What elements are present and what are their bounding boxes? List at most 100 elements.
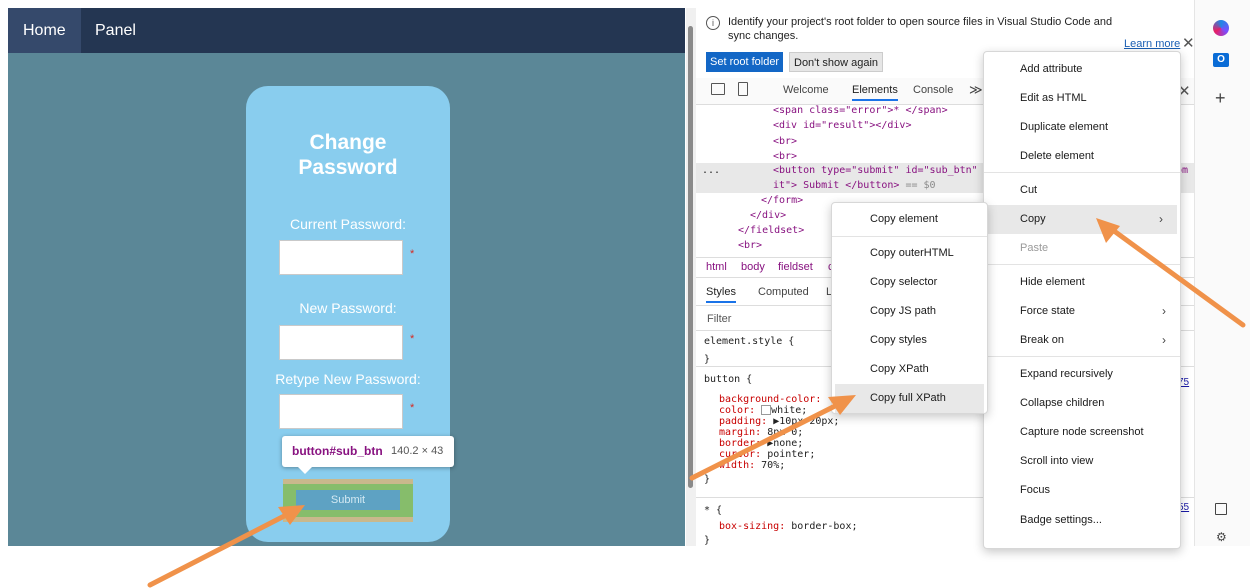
dom-selected-marker: == $0 <box>899 180 936 191</box>
breadcrumb-fieldset[interactable]: fieldset <box>778 258 813 277</box>
menu-cut-label: Cut <box>1020 184 1038 196</box>
submit-button[interactable]: Submit <box>296 490 400 510</box>
menu-badge-settings[interactable]: Badge settings... <box>984 506 1180 535</box>
set-root-folder-button[interactable]: Set root folder <box>706 52 784 72</box>
submenu-copy-js-path[interactable]: Copy JS path <box>832 297 987 326</box>
submenu-copy-xpath-label: Copy XPath <box>870 363 929 375</box>
tab-elements[interactable]: Elements <box>852 84 898 101</box>
submenu-copy-styles[interactable]: Copy styles <box>832 326 987 355</box>
prop-cursor-name: cursor: <box>719 449 762 460</box>
current-password-required: * <box>410 248 415 260</box>
menu-add-attribute[interactable]: Add attribute <box>984 55 1180 84</box>
menu-separator <box>984 264 1180 265</box>
style-button-selector: button { <box>704 374 753 385</box>
nav-home-link[interactable]: Home <box>8 8 81 53</box>
dom-line-div-close-text: </div> <box>750 210 787 221</box>
tooltip-dimensions: 140.2 × 43 <box>391 445 444 457</box>
submenu-copy-element-label: Copy element <box>870 213 938 225</box>
color-swatch-icon[interactable] <box>761 405 772 415</box>
style-prop-border: border: ▶none; <box>719 438 803 449</box>
chevron-right-icon: › <box>1162 333 1166 347</box>
style-prop-width: width: 70%; <box>719 460 785 471</box>
submenu-copy-element[interactable]: Copy element <box>832 205 987 234</box>
menu-delete-element[interactable]: Delete element <box>984 142 1180 171</box>
tab-console[interactable]: Console <box>913 84 953 96</box>
submenu-copy-xpath[interactable]: Copy XPath <box>832 355 987 384</box>
add-icon[interactable]: + <box>1215 88 1226 109</box>
menu-expand-recursively[interactable]: Expand recursively <box>984 360 1180 389</box>
menu-duplicate-element[interactable]: Duplicate element <box>984 113 1180 142</box>
dom-line-br-2-text: <br> <box>773 151 798 162</box>
menu-copy-label: Copy <box>1020 213 1046 225</box>
menu-copy[interactable]: Copy › <box>987 205 1177 234</box>
new-password-input[interactable] <box>279 325 403 360</box>
dom-node-menu-icon[interactable]: ... <box>702 163 742 178</box>
submenu-copy-selector[interactable]: Copy selector <box>832 268 987 297</box>
dom-line-fieldset-close-text: </fieldset> <box>738 225 805 236</box>
dom-line-form-close-text: </form> <box>761 195 804 206</box>
menu-focus[interactable]: Focus <box>984 476 1180 505</box>
breadcrumb-body[interactable]: body <box>741 258 765 277</box>
style-close-brace-1: } <box>704 354 711 365</box>
submenu-copy-outerhtml-label: Copy outerHTML <box>870 247 954 259</box>
sidebar-panel-icon[interactable] <box>1215 503 1227 515</box>
learn-more-link[interactable]: Learn more <box>1124 38 1180 50</box>
menu-break-on[interactable]: Break on › <box>984 326 1180 355</box>
retype-password-required: * <box>410 402 415 414</box>
dom-line-button-close: it"> Submit </button> <box>773 180 900 191</box>
retype-password-input[interactable] <box>279 394 403 429</box>
tooltip-arrow <box>298 467 312 474</box>
prop-margin-name: margin: <box>719 427 762 438</box>
menu-badge-settings-label: Badge settings... <box>1020 514 1102 526</box>
submenu-copy-outerhtml[interactable]: Copy outerHTML <box>832 239 987 268</box>
style-close-brace-3: } <box>704 535 711 546</box>
menu-edit-as-html[interactable]: Edit as HTML <box>984 84 1180 113</box>
style-element-selector: element.style { <box>704 336 795 347</box>
current-password-input[interactable] <box>279 240 403 275</box>
menu-break-on-label: Break on <box>1020 334 1065 346</box>
menu-scroll-into-view[interactable]: Scroll into view <box>984 447 1180 476</box>
style-close-brace-2: } <box>704 474 711 485</box>
devtools-scrollbar-thumb[interactable] <box>688 26 693 488</box>
chevron-right-icon: › <box>1159 212 1163 226</box>
tooltip-selector: button#sub_btn <box>292 444 383 458</box>
tab-styles[interactable]: Styles <box>706 286 736 303</box>
gear-icon[interactable]: ⚙ <box>1216 530 1227 544</box>
prop-background-name: background-color: <box>719 394 822 405</box>
dont-show-again-button[interactable]: Don't show again <box>789 52 884 72</box>
style-prop-color: color: white; <box>719 405 807 416</box>
style-prop-background: background-color: <box>719 394 821 405</box>
nav-panel-link[interactable]: Panel <box>81 8 150 53</box>
dom-line-button-open: <button type="submit" id="sub_btn" <box>773 165 978 176</box>
new-password-label: New Password: <box>299 300 397 316</box>
style-prop-padding: padding: ▶10px 20px; <box>719 416 839 427</box>
prop-margin-value: 8px 0; <box>767 427 804 438</box>
inspect-icon[interactable] <box>711 83 725 95</box>
menu-hide-element[interactable]: Hide element <box>984 268 1180 297</box>
submenu-copy-full-xpath-label: Copy full XPath <box>870 392 946 404</box>
menu-collapse-children[interactable]: Collapse children <box>984 389 1180 418</box>
menu-force-state[interactable]: Force state › <box>984 297 1180 326</box>
device-toolbar-icon[interactable] <box>738 82 748 96</box>
menu-expand-recursively-label: Expand recursively <box>1020 368 1113 380</box>
style-prop-cursor: cursor: pointer; <box>719 449 815 460</box>
outlook-icon[interactable]: O <box>1213 53 1229 67</box>
style-prop-margin: margin: 8px 0; <box>719 427 803 438</box>
menu-force-state-label: Force state <box>1020 305 1076 317</box>
current-password-label: Current Password: <box>290 216 406 232</box>
tab-welcome[interactable]: Welcome <box>783 84 829 96</box>
menu-cut[interactable]: Cut <box>984 176 1180 205</box>
element-inspect-tooltip: button#sub_btn 140.2 × 43 <box>282 436 454 474</box>
more-tabs-icon[interactable]: ≫ <box>969 82 983 98</box>
copilot-icon[interactable] <box>1213 20 1229 36</box>
infobar-close-icon[interactable]: ✕ <box>1182 34 1194 52</box>
devtools-scrollbar[interactable] <box>686 8 696 546</box>
prop-width-value: 70%; <box>761 460 786 471</box>
breadcrumb-html[interactable]: html <box>706 258 727 277</box>
submenu-copy-full-xpath[interactable]: Copy full XPath <box>835 384 984 413</box>
prop-box-sizing-name: box-sizing: <box>719 521 786 532</box>
tab-computed[interactable]: Computed <box>758 286 809 298</box>
menu-separator <box>984 172 1180 173</box>
menu-capture-node-screenshot[interactable]: Capture node screenshot <box>984 418 1180 447</box>
browser-sidebar: O + ⚙ <box>1194 0 1250 546</box>
